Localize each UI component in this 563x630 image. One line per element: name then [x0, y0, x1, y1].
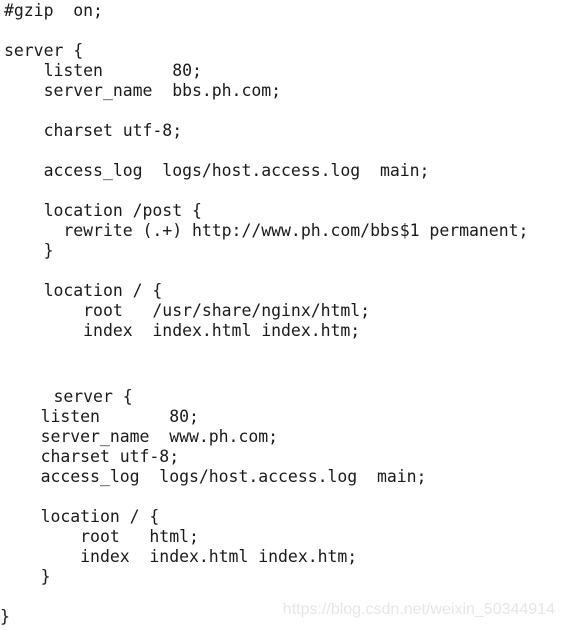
code-line: #gzip on;	[4, 1, 103, 20]
code-line: server {	[4, 41, 84, 60]
code-line: server_name www.ph.com;	[1, 427, 279, 446]
code-line: listen 80;	[4, 61, 202, 80]
code-line: }	[4, 241, 54, 260]
code-line: charset utf-8;	[1, 447, 180, 466]
code-line: location / {	[4, 281, 163, 300]
nginx-config-code: #gzip on; server { listen 80; server_nam…	[0, 1, 529, 627]
code-line: index index.html index.htm;	[1, 547, 358, 566]
code-line: }	[1, 567, 51, 586]
code-line: access_log logs/host.access.log main;	[1, 467, 427, 486]
code-line: access_log logs/host.access.log main;	[4, 161, 430, 180]
code-line: listen 80;	[1, 407, 199, 426]
code-line: index index.html index.htm;	[4, 321, 361, 340]
code-line: location / {	[1, 507, 160, 526]
code-line: root /usr/share/nginx/html;	[4, 301, 371, 320]
code-line: server_name bbs.ph.com;	[4, 81, 282, 100]
code-line: root html;	[1, 527, 199, 546]
code-line: server {	[4, 387, 133, 406]
code-line: rewrite (.+) http://www.ph.com/bbs$1 per…	[4, 221, 529, 240]
code-line: charset utf-8;	[4, 121, 183, 140]
watermark: https://blog.csdn.net/weixin_50344914	[282, 601, 555, 618]
code-line: location /post {	[4, 201, 202, 220]
